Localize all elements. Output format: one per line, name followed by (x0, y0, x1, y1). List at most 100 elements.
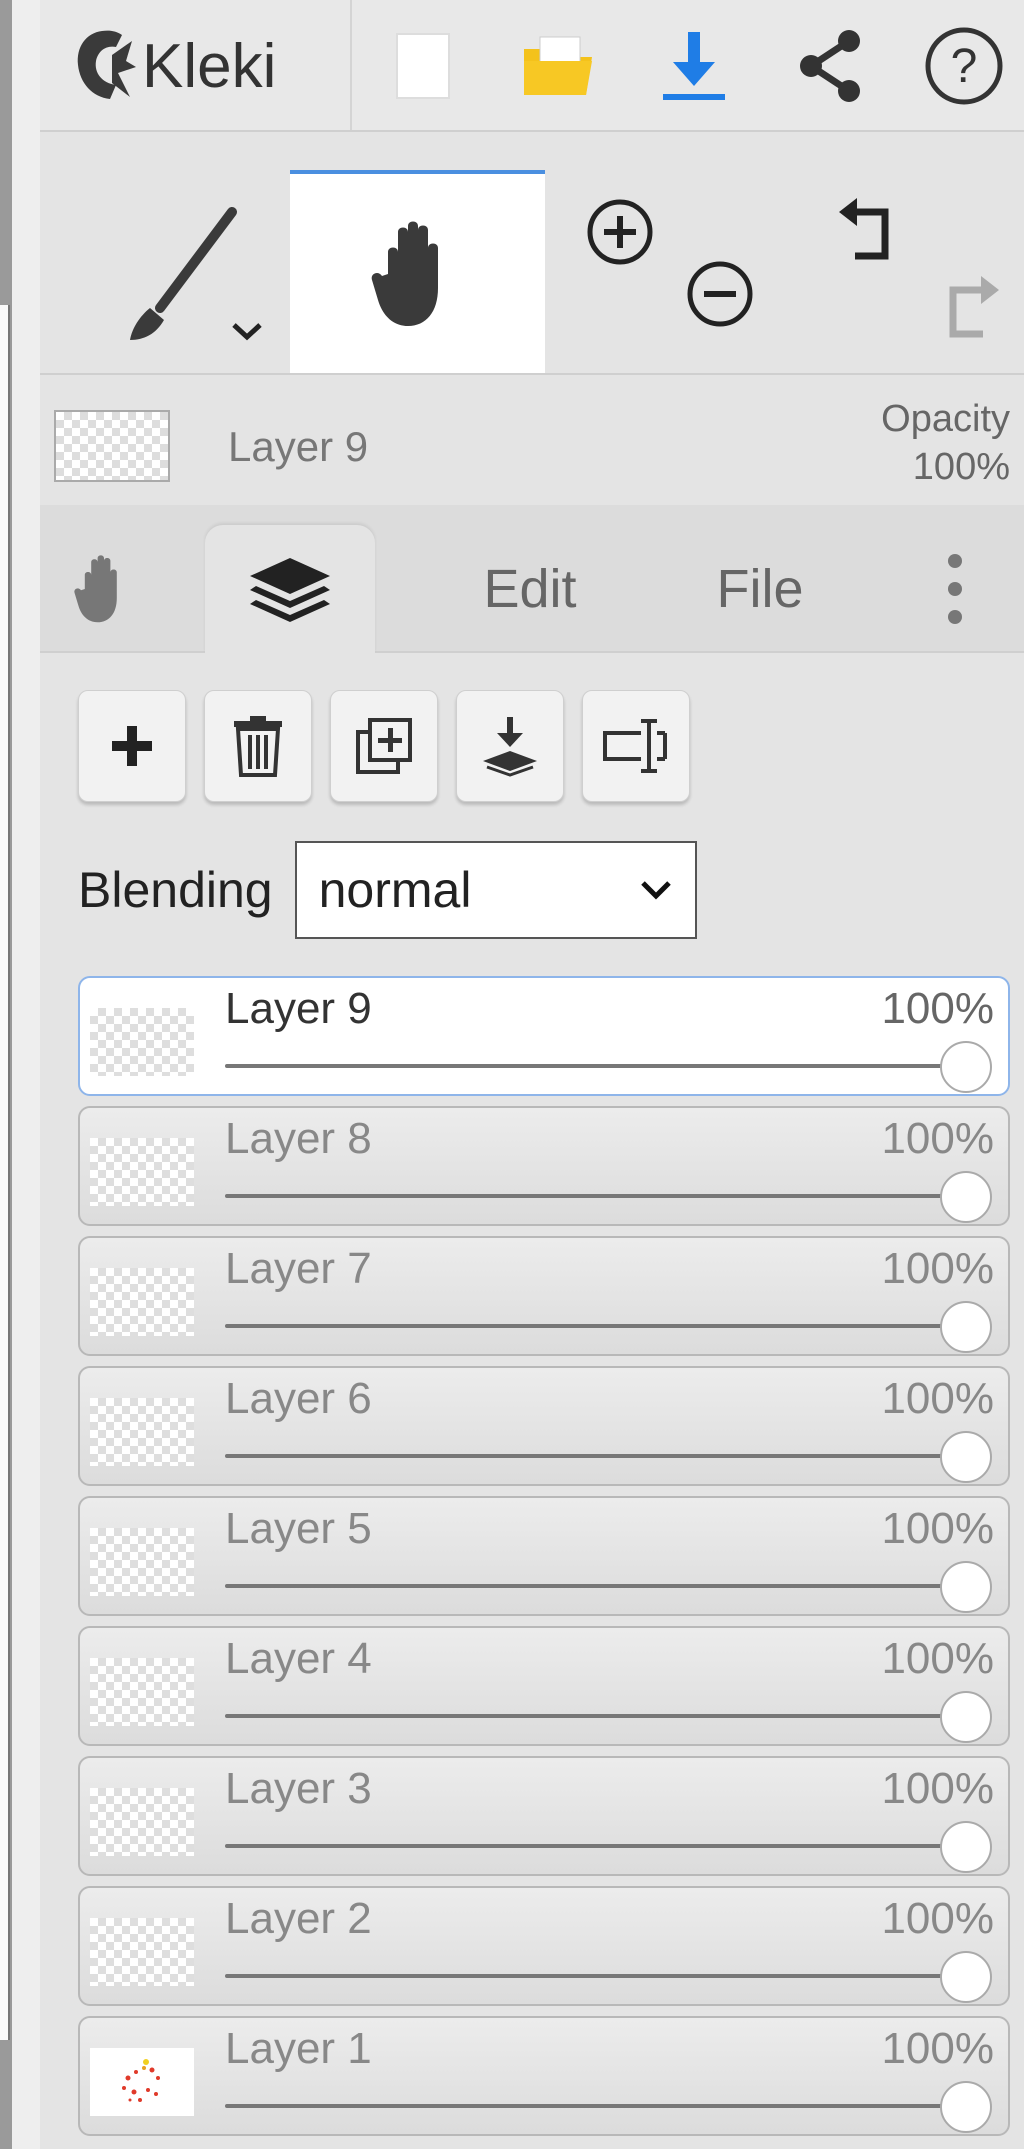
slider-handle[interactable] (940, 1431, 992, 1483)
redo-icon (949, 276, 999, 338)
header-bar: Kleki ? (40, 0, 1024, 132)
layer-item[interactable]: Layer 8 100% (78, 1106, 1010, 1226)
layer-opacity: 100% (881, 984, 994, 1033)
layer-name: Layer 7 (225, 1244, 372, 1293)
hand-icon (371, 221, 438, 326)
current-layer-thumbnail (54, 410, 170, 482)
blending-value: normal (318, 862, 472, 918)
layer-opacity-slider[interactable] (225, 1194, 988, 1198)
trash-icon (234, 716, 282, 777)
current-layer-opacity[interactable]: Opacity 100% (881, 395, 1010, 491)
layer-item[interactable]: Layer 3 100% (78, 1756, 1010, 1876)
brush-icon (130, 207, 237, 340)
slider-handle[interactable] (940, 2081, 992, 2133)
opacity-value: 100% (912, 446, 1010, 488)
blending-row: Blending normal (78, 840, 697, 940)
rename-icon (603, 719, 667, 773)
layer-name: Layer 3 (225, 1764, 372, 1813)
hand-tool-button[interactable] (290, 170, 545, 373)
slider-handle[interactable] (940, 1691, 992, 1743)
layer-opacity-slider[interactable] (225, 1454, 988, 1458)
duplicate-layer-button[interactable] (330, 690, 438, 802)
layer-opacity-slider[interactable] (225, 1974, 988, 1978)
layer-thumbnail (90, 1268, 194, 1336)
more-menu-button[interactable] (925, 525, 985, 653)
layer-name: Layer 9 (225, 984, 372, 1033)
layer-opacity-slider[interactable] (225, 1584, 988, 1588)
merge-down-button[interactable] (456, 690, 564, 802)
slider-handle[interactable] (940, 1301, 992, 1353)
undo-icon (839, 198, 889, 260)
kleki-logo[interactable]: Kleki (72, 14, 276, 118)
app-title: Kleki (142, 31, 277, 101)
side-panel: Kleki ? Layer 9 Opacity 100% Edit File B… (40, 0, 1024, 2149)
slider-handle[interactable] (940, 1171, 992, 1223)
layer-opacity-slider[interactable] (225, 1064, 988, 1068)
help-icon[interactable]: ? (916, 18, 1012, 114)
header-divider (350, 0, 352, 130)
layer-list: Layer 9 100% Layer 8 100% Layer 7 100% Layer 6… (78, 976, 1012, 2146)
layer-thumbnail (90, 1658, 194, 1726)
current-layer-row: Layer 9 Opacity 100% (40, 375, 1024, 505)
panel-divider (10, 0, 40, 2149)
layer-opacity: 100% (881, 1374, 994, 1423)
share-icon[interactable] (782, 18, 878, 114)
layer-item[interactable]: Layer 6 100% (78, 1366, 1010, 1486)
layer-item[interactable]: Layer 9 100% (78, 976, 1010, 1096)
layer-item[interactable]: Layer 1 100% (78, 2016, 1010, 2136)
layer-opacity: 100% (881, 1504, 994, 1553)
layer-thumbnail (90, 1398, 194, 1466)
add-layer-button[interactable] (78, 690, 186, 802)
brush-tool-button[interactable] (40, 170, 290, 373)
layer-thumbnail (90, 1918, 194, 1986)
delete-layer-button[interactable] (204, 690, 312, 802)
tab-edit[interactable]: Edit (435, 525, 625, 653)
layer-opacity: 100% (881, 1634, 994, 1683)
layer-item[interactable]: Layer 2 100% (78, 1886, 1010, 2006)
rename-layer-button[interactable] (582, 690, 690, 802)
slider-handle[interactable] (940, 1821, 992, 1873)
tool-row (40, 170, 1024, 375)
layer-item[interactable]: Layer 7 100% (78, 1236, 1010, 1356)
layer-name: Layer 1 (225, 2024, 372, 2073)
zoom-out-icon (687, 261, 753, 327)
new-image-icon[interactable] (375, 18, 471, 114)
download-icon[interactable] (646, 18, 742, 114)
layer-actions (78, 690, 690, 806)
layer-opacity: 100% (881, 1244, 994, 1293)
canvas-edge[interactable] (0, 305, 10, 2040)
svg-text:?: ? (951, 40, 978, 93)
tab-file[interactable]: File (665, 525, 855, 653)
undo-button[interactable] (830, 190, 910, 270)
layer-name: Layer 5 (225, 1504, 372, 1553)
layer-thumbnail (90, 1788, 194, 1856)
slider-handle[interactable] (940, 1951, 992, 2003)
chevron-down-icon[interactable] (230, 320, 264, 342)
panel-tabs: Edit File (40, 505, 1024, 653)
tab-hand[interactable] (54, 525, 154, 653)
layer-opacity-slider[interactable] (225, 2104, 988, 2108)
layer-opacity-slider[interactable] (225, 1714, 988, 1718)
layer-name: Layer 2 (225, 1894, 372, 1943)
layer-item[interactable]: Layer 4 100% (78, 1626, 1010, 1746)
slider-handle[interactable] (940, 1041, 992, 1093)
slider-handle[interactable] (940, 1561, 992, 1613)
open-folder-icon[interactable] (510, 18, 606, 114)
zoom-in-button[interactable] (580, 192, 660, 272)
layer-opacity-slider[interactable] (225, 1844, 988, 1848)
more-vertical-icon (948, 554, 962, 624)
redo-button[interactable] (928, 268, 1008, 348)
layer-item[interactable]: Layer 5 100% (78, 1496, 1010, 1616)
blending-select[interactable]: normal (294, 841, 697, 939)
opacity-label: Opacity (881, 398, 1010, 440)
zoom-out-button[interactable] (680, 254, 760, 334)
duplicate-icon (356, 718, 412, 774)
merge-down-icon (483, 717, 537, 777)
layer-thumbnail (90, 1008, 194, 1076)
kleki-logo-icon (77, 30, 136, 99)
layer-opacity: 100% (881, 1894, 994, 1943)
tab-layers[interactable] (205, 525, 375, 653)
layer-name: Layer 8 (225, 1114, 372, 1163)
chevron-down-icon (640, 881, 671, 900)
layer-opacity-slider[interactable] (225, 1324, 988, 1328)
